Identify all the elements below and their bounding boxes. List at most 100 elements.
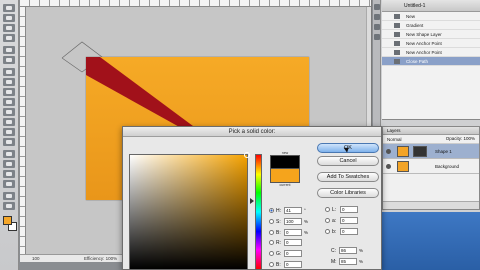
history-item[interactable]: New bbox=[382, 12, 480, 21]
preview-current-label: current bbox=[279, 183, 291, 187]
hand-tool-icon[interactable] bbox=[3, 192, 15, 200]
panel-icon[interactable] bbox=[374, 4, 380, 10]
preview-current-swatch[interactable] bbox=[270, 169, 300, 183]
green-row: G: 0 bbox=[269, 250, 302, 259]
eraser-tool-icon[interactable] bbox=[3, 108, 15, 116]
lightness-row: L: 0 bbox=[325, 206, 358, 215]
cancel-button[interactable]: Cancel bbox=[317, 156, 379, 166]
move-tool-icon[interactable] bbox=[3, 4, 15, 12]
lasso-tool-icon[interactable] bbox=[3, 24, 15, 32]
layers-panel: Layers Normal Opacity: 100% Shape 1 Back… bbox=[382, 126, 480, 210]
history-state-icon bbox=[394, 32, 400, 37]
layer-row-shape[interactable]: Shape 1 bbox=[383, 144, 479, 159]
history-item[interactable]: New Shape Layer bbox=[382, 30, 480, 39]
color-value-fields: H: 41 ° S: 100% B: 0% R: 0 G: 0 B: 0 L: 0 a: 0 b:… bbox=[269, 206, 381, 270]
brightness-radio[interactable] bbox=[269, 230, 274, 236]
green-radio[interactable] bbox=[269, 251, 274, 257]
b-channel-row: b: 0 bbox=[325, 228, 358, 237]
layer-row-background[interactable]: Background bbox=[383, 159, 479, 174]
saturation-radio[interactable] bbox=[269, 219, 274, 225]
brightness-field[interactable]: 0 bbox=[284, 229, 302, 237]
panels-dock: Untitled-1 New Gradient New Shape Layer … bbox=[373, 0, 480, 270]
shape-tool-icon[interactable] bbox=[3, 180, 15, 188]
zoom-level[interactable]: 100 bbox=[32, 256, 40, 261]
dialog-title: Pick a solid color: bbox=[123, 127, 381, 137]
clone-stamp-tool-icon[interactable] bbox=[3, 88, 15, 96]
hue-slider-arrow-icon[interactable] bbox=[250, 198, 254, 204]
zoom-tool-icon[interactable] bbox=[3, 202, 15, 210]
blue-radio[interactable] bbox=[269, 262, 274, 268]
brightness-row: B: 0% bbox=[269, 228, 308, 237]
history-item[interactable]: Gradient bbox=[382, 21, 480, 30]
healing-brush-tool-icon[interactable] bbox=[3, 68, 15, 76]
vector-mask-thumbnail bbox=[413, 146, 427, 157]
history-item[interactable]: New Anchor Point bbox=[382, 48, 480, 57]
cyan-row: C: 86% bbox=[331, 247, 364, 255]
pen-tool-icon[interactable] bbox=[3, 150, 15, 158]
dodge-tool-icon[interactable] bbox=[3, 138, 15, 146]
history-item-selected[interactable]: Close Path bbox=[382, 57, 480, 66]
blur-tool-icon[interactable] bbox=[3, 128, 15, 136]
history-brush-tool-icon[interactable] bbox=[3, 98, 15, 106]
color-preview: new current bbox=[270, 151, 300, 187]
document-info[interactable]: Efficiency: 100% bbox=[84, 256, 117, 261]
panel-icon[interactable] bbox=[374, 24, 380, 30]
desktop-background bbox=[382, 212, 480, 270]
history-state-icon bbox=[394, 41, 400, 46]
foreground-color-swatch[interactable] bbox=[3, 216, 12, 225]
history-state-icon bbox=[394, 23, 400, 28]
slice-tool-icon[interactable] bbox=[3, 56, 15, 64]
magic-wand-tool-icon[interactable] bbox=[3, 34, 15, 42]
blue-field[interactable]: 0 bbox=[284, 261, 302, 269]
hue-slider[interactable] bbox=[255, 154, 262, 270]
saturation-row: S: 100% bbox=[269, 217, 308, 226]
blend-mode-select[interactable]: Normal bbox=[387, 137, 402, 142]
a-channel-radio[interactable] bbox=[325, 218, 330, 224]
tab-layers[interactable]: Layers bbox=[383, 127, 479, 135]
layer-thumbnail bbox=[397, 146, 409, 157]
magenta-row: M: 85% bbox=[331, 258, 364, 266]
gradient-tool-icon[interactable] bbox=[3, 118, 15, 126]
visibility-eye-icon[interactable] bbox=[386, 149, 391, 154]
green-field[interactable]: 0 bbox=[284, 250, 302, 258]
layer-name: Background bbox=[435, 164, 460, 169]
history-panel: Untitled-1 New Gradient New Shape Layer … bbox=[382, 0, 480, 120]
layers-footer-toolbar bbox=[383, 201, 479, 209]
b-channel-field[interactable]: 0 bbox=[340, 228, 358, 236]
tools-panel bbox=[0, 0, 19, 270]
preview-new-swatch bbox=[270, 155, 300, 169]
crop-tool-icon[interactable] bbox=[3, 46, 15, 54]
history-snapshot[interactable]: Untitled-1 bbox=[382, 0, 480, 12]
lightness-field[interactable]: 0 bbox=[340, 206, 358, 214]
layer-thumbnail bbox=[397, 161, 409, 172]
saturation-field[interactable]: 100 bbox=[284, 218, 302, 226]
red-row: R: 0 bbox=[269, 239, 302, 248]
b-channel-radio[interactable] bbox=[325, 229, 330, 235]
magenta-field[interactable]: 85 bbox=[339, 258, 357, 266]
hue-radio[interactable] bbox=[269, 208, 274, 214]
history-state-icon bbox=[394, 14, 400, 19]
history-item[interactable]: New Anchor Point bbox=[382, 39, 480, 48]
panel-icon[interactable] bbox=[374, 14, 380, 20]
opacity-label: Opacity: bbox=[445, 136, 463, 141]
color-libraries-button[interactable]: Color Libraries bbox=[317, 188, 379, 198]
marquee-tool-icon[interactable] bbox=[3, 14, 15, 22]
path-selection-tool-icon[interactable] bbox=[3, 170, 15, 178]
visibility-eye-icon[interactable] bbox=[386, 164, 391, 169]
history-state-icon bbox=[394, 59, 400, 64]
layer-name: Shape 1 bbox=[435, 149, 452, 154]
red-radio[interactable] bbox=[269, 240, 274, 246]
brush-tool-icon[interactable] bbox=[3, 78, 15, 86]
panel-icon[interactable] bbox=[374, 34, 380, 40]
opacity-field[interactable]: 100% bbox=[463, 136, 475, 141]
a-channel-field[interactable]: 0 bbox=[340, 217, 358, 225]
saturation-brightness-field[interactable] bbox=[129, 152, 250, 270]
red-field[interactable]: 0 bbox=[284, 239, 302, 247]
add-to-swatches-button[interactable]: Add To Swatches bbox=[317, 172, 379, 182]
cyan-field[interactable]: 86 bbox=[339, 247, 357, 255]
hue-field[interactable]: 41 bbox=[284, 207, 302, 215]
lightness-radio[interactable] bbox=[325, 207, 330, 213]
color-selection-marker[interactable] bbox=[244, 152, 250, 158]
type-tool-icon[interactable] bbox=[3, 160, 15, 168]
hue-row: H: 41 ° bbox=[269, 206, 306, 215]
